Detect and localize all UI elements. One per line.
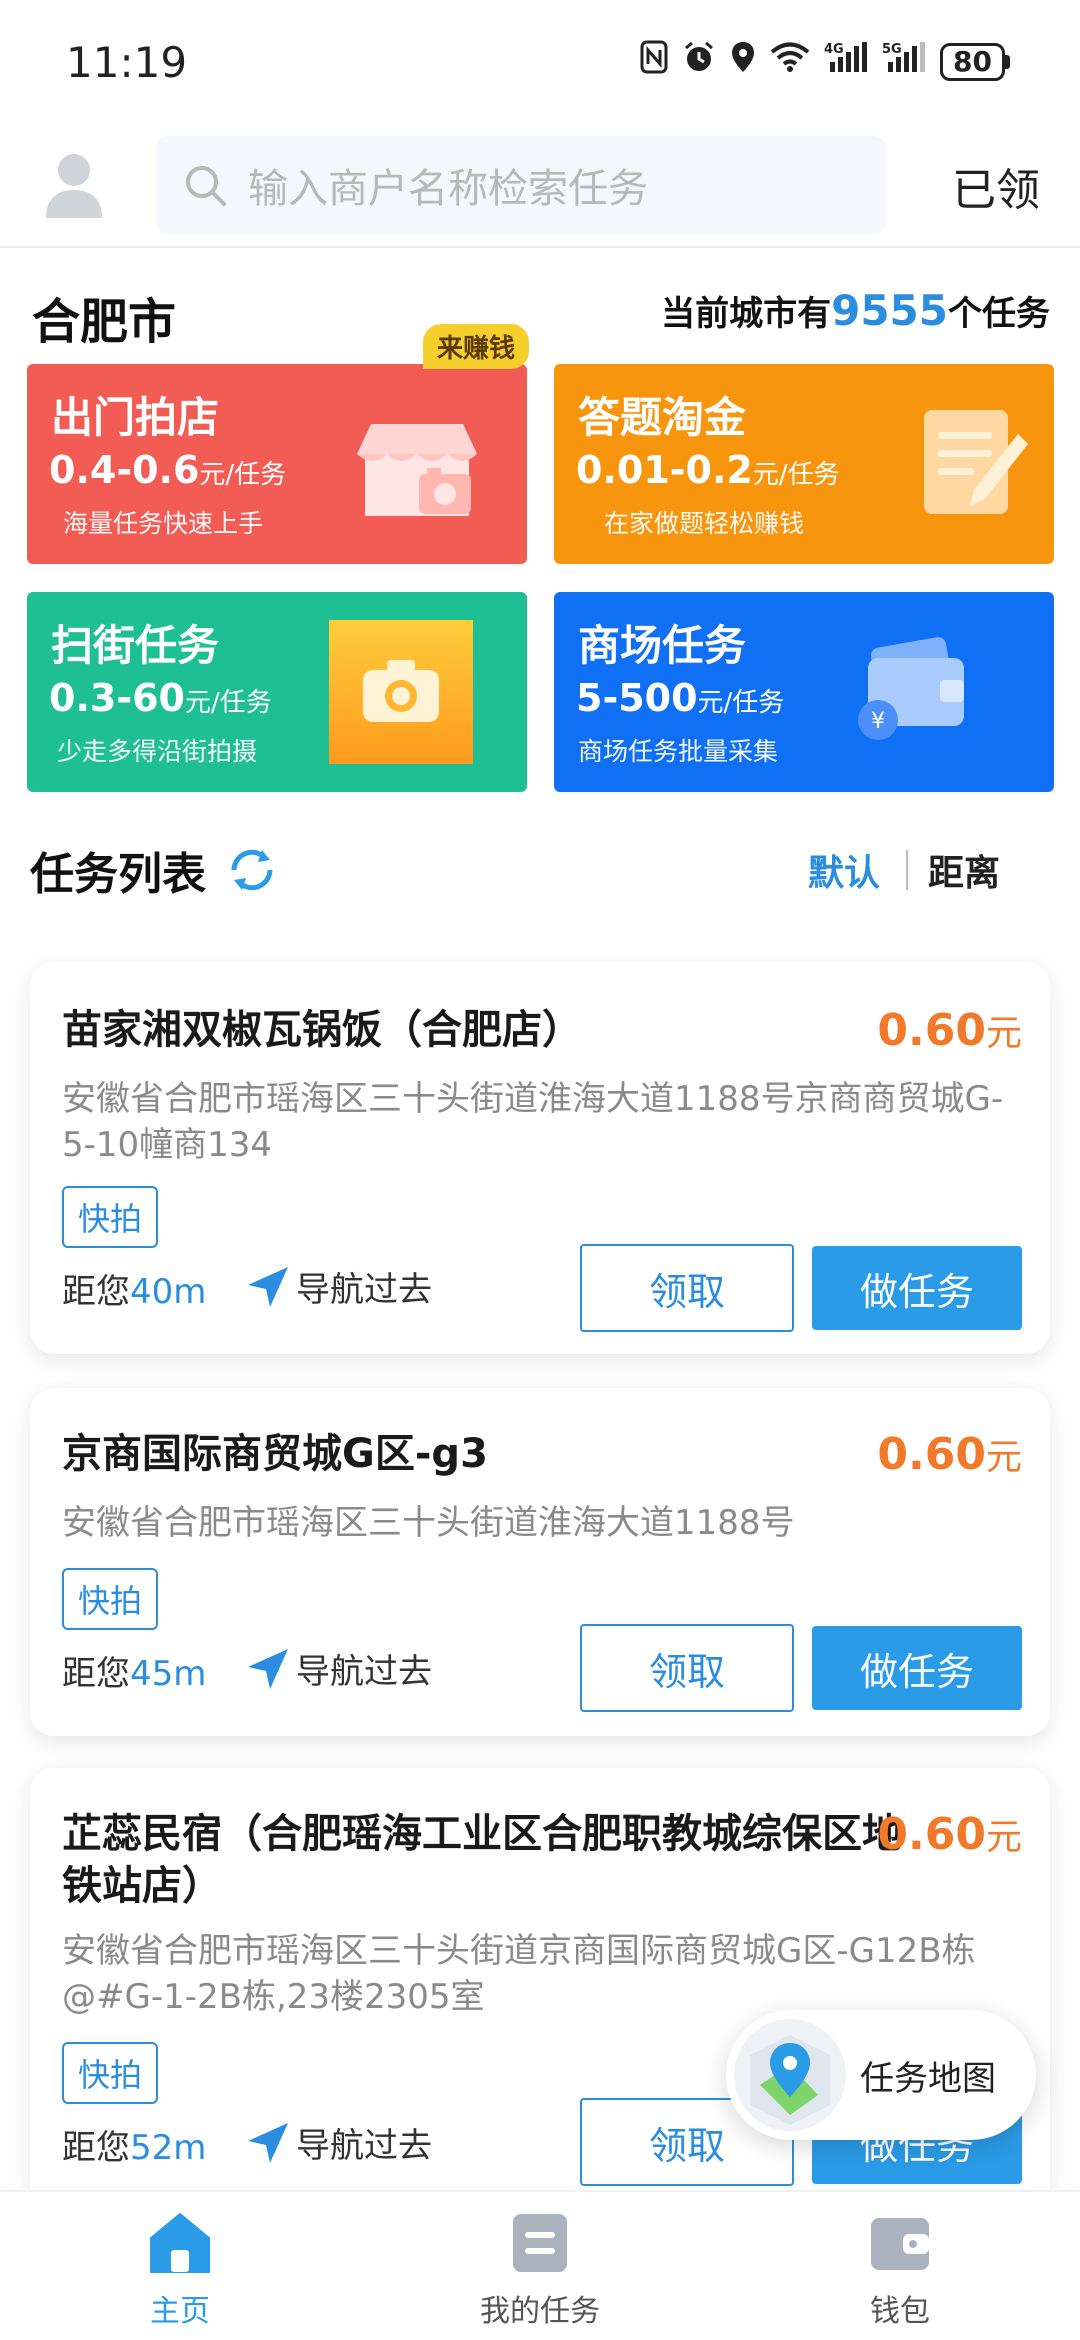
task-distance: 距您52m xyxy=(62,2128,207,2168)
search-icon xyxy=(186,166,226,206)
sort-divider xyxy=(906,850,908,890)
storefront-icon xyxy=(357,424,477,516)
bottom-nav: 主页 我的任务 钱包 xyxy=(0,2190,1080,2340)
task-name: 苗家湘双椒瓦锅饭（合肥店） xyxy=(62,1007,582,1053)
category-card-shop-photo[interactable]: 来赚钱 出门拍店 0.4-0.6元/任务 海量任务快速上手 xyxy=(27,324,529,564)
task-card[interactable]: 京商国际商贸城G区-g3 0.60元 安徽省合肥市瑶海区三十头街道淮海大道118… xyxy=(30,1388,1050,1736)
category-price: 0.3-60元/任务 xyxy=(49,676,272,720)
category-card-street-scan[interactable]: 扫街任务 0.3-60元/任务 少走多得沿街拍摄 xyxy=(27,592,527,792)
task-tag: 快拍 xyxy=(62,1568,159,1630)
task-address: 安徽省合肥市瑶海区三十头街道淮海大道1188号 xyxy=(62,1503,795,1543)
wifi-icon xyxy=(770,41,810,82)
city-count-suffix: 个任务 xyxy=(948,294,1050,334)
navigate-arrow-icon xyxy=(248,1648,288,1689)
search-placeholder: 输入商户名称检索任务 xyxy=(248,166,648,212)
camera-icon xyxy=(329,620,473,764)
navigate-arrow-icon xyxy=(248,2122,288,2163)
city-name[interactable]: 合肥市 xyxy=(32,282,176,352)
home-icon xyxy=(150,2213,210,2273)
category-title: 商场任务 xyxy=(578,621,747,670)
wallet-coin-icon: ¥ xyxy=(858,637,964,740)
nav-my-tasks[interactable]: 我的任务 xyxy=(440,2210,640,2330)
4g-signal-icon: 4G xyxy=(824,40,868,83)
sort-default-tab[interactable]: 默认 xyxy=(808,844,880,896)
category-card-mall[interactable]: 商场任务 5-500元/任务 商场任务批量采集 ¥ xyxy=(554,592,1054,792)
category-price: 5-500元/任务 xyxy=(576,676,785,720)
category-desc: 商场任务批量采集 xyxy=(578,737,779,766)
category-price: 0.01-0.2元/任务 xyxy=(576,448,840,492)
task-name: 芷蕊民宿（合肥瑶海工业区合肥职教城综保区地铁站店） xyxy=(62,1811,902,1909)
sort-distance-tab[interactable]: 距离 xyxy=(928,844,1000,896)
category-title: 出门拍店 xyxy=(51,393,220,442)
claimed-tasks-link[interactable]: 已领 xyxy=(952,154,1040,218)
category-price: 0.4-0.6元/任务 xyxy=(49,448,287,492)
city-count-number: 9555 xyxy=(831,286,948,335)
category-desc: 少走多得沿街拍摄 xyxy=(57,737,258,766)
task-address: 安徽省合肥市瑶海区三十头街道淮海大道1188号京商商贸城G-5-10幢商134 xyxy=(62,1079,1004,1165)
claim-button[interactable]: 领取 xyxy=(580,1244,794,1332)
nfc-icon xyxy=(640,40,668,83)
navigate-link[interactable]: 导航过去 xyxy=(246,2118,432,2167)
location-icon xyxy=(730,40,756,83)
task-tag: 快拍 xyxy=(62,1186,159,1248)
svg-text:4G: 4G xyxy=(824,42,844,57)
task-price: 0.60元 xyxy=(877,1809,1022,1860)
category-desc: 海量任务快速上手 xyxy=(63,509,264,538)
refresh-icon[interactable] xyxy=(222,840,282,900)
svg-text:¥: ¥ xyxy=(871,709,885,734)
status-time: 11:19 xyxy=(66,38,188,87)
city-task-count: 当前城市有9555个任务 xyxy=(661,286,1050,335)
battery-icon: 80 xyxy=(940,42,1010,81)
task-name: 京商国际商贸城G区-g3 xyxy=(62,1431,488,1477)
task-distance: 距您45m xyxy=(62,1654,207,1694)
alarm-icon xyxy=(682,40,716,83)
task-list-icon xyxy=(513,2214,567,2272)
map-pin-icon xyxy=(734,2019,846,2131)
do-task-button[interactable]: 做任务 xyxy=(812,1626,1022,1710)
category-desc: 在家做题轻松赚钱 xyxy=(604,509,805,538)
nav-wallet-label: 钱包 xyxy=(870,2294,930,2329)
category-title: 扫街任务 xyxy=(51,621,220,670)
nav-home-label: 主页 xyxy=(150,2294,210,2329)
earn-badge: 来赚钱 xyxy=(422,324,529,369)
task-price: 0.60元 xyxy=(877,1429,1022,1480)
category-title: 答题淘金 xyxy=(578,393,747,442)
app-header: 输入商户名称检索任务 已领 xyxy=(0,124,1080,248)
navigate-link[interactable]: 导航过去 xyxy=(246,1262,432,1311)
task-price: 0.60元 xyxy=(877,1005,1022,1056)
nav-my-tasks-label: 我的任务 xyxy=(480,2294,600,2329)
task-map-button[interactable]: 任务地图 xyxy=(726,2010,1036,2140)
battery-level: 80 xyxy=(940,42,1005,81)
do-task-button[interactable]: 做任务 xyxy=(812,1246,1022,1330)
task-card[interactable]: 芷蕊民宿（合肥瑶海工业区合肥职教城综保区地铁站店） 0.60元 安徽省合肥市瑶海… xyxy=(30,1768,1050,2208)
task-address: 安徽省合肥市瑶海区三十头街道京商国际商贸城G区-G12B栋@#G-1-2B栋,2… xyxy=(62,1931,976,2017)
nav-wallet[interactable]: 钱包 xyxy=(800,2210,1000,2330)
notepad-pen-icon xyxy=(924,410,1028,514)
task-distance: 距您40m xyxy=(62,1272,207,1312)
search-input[interactable]: 输入商户名称检索任务 xyxy=(156,136,886,234)
navigate-link[interactable]: 导航过去 xyxy=(246,1644,432,1693)
city-count-prefix: 当前城市有 xyxy=(661,294,832,334)
status-bar: 11:19 4G 5G 80 xyxy=(0,0,1080,124)
avatar[interactable] xyxy=(44,150,104,222)
svg-text:5G: 5G xyxy=(882,42,902,57)
task-map-label: 任务地图 xyxy=(860,2058,996,2099)
5g-signal-icon: 5G xyxy=(882,40,926,83)
nav-home[interactable]: 主页 xyxy=(80,2210,280,2330)
status-icons: 4G 5G 80 xyxy=(640,40,1010,83)
task-list-title: 任务列表 xyxy=(30,849,206,900)
claim-button[interactable]: 领取 xyxy=(580,1624,794,1712)
navigate-arrow-icon xyxy=(248,1266,288,1307)
wallet-icon xyxy=(871,2218,929,2270)
category-card-quiz[interactable]: 答题淘金 0.01-0.2元/任务 在家做题轻松赚钱 xyxy=(554,364,1054,564)
task-tag: 快拍 xyxy=(62,2042,159,2104)
task-card[interactable]: 苗家湘双椒瓦锅饭（合肥店） 0.60元 安徽省合肥市瑶海区三十头街道淮海大道11… xyxy=(30,962,1050,1354)
